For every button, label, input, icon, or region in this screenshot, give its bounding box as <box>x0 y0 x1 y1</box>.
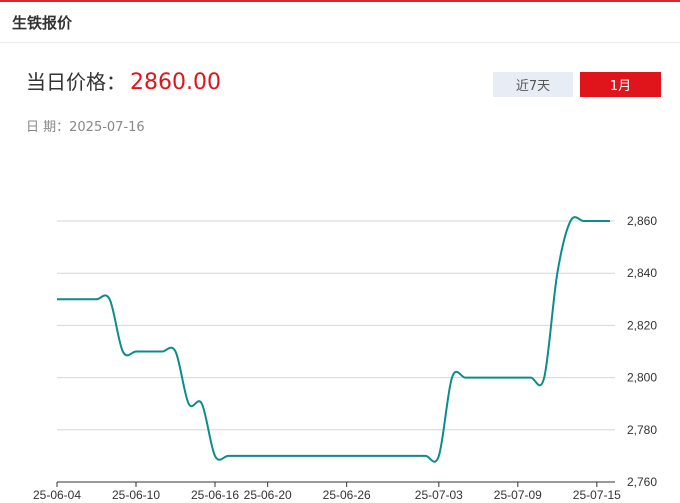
x-tick-label: 25-07-09 <box>494 488 542 502</box>
y-tick-label: 2,860 <box>627 214 657 228</box>
y-tick-label: 2,840 <box>627 266 657 280</box>
x-tick-label: 25-06-26 <box>323 488 371 502</box>
y-tick-label: 2,820 <box>627 318 657 332</box>
y-tick-label: 2,760 <box>627 475 657 489</box>
price-series-line <box>56 216 610 463</box>
y-tick-label: 2,800 <box>627 371 657 385</box>
x-tick-label: 25-07-03 <box>415 488 463 502</box>
x-tick-label: 25-06-04 <box>33 488 81 502</box>
x-tick-label: 25-06-16 <box>191 488 239 502</box>
x-tick-label: 25-07-15 <box>573 488 621 502</box>
y-tick-label: 2,780 <box>627 423 657 437</box>
x-tick-label: 25-06-20 <box>244 488 292 502</box>
x-tick-label: 25-06-10 <box>112 488 160 502</box>
price-line-chart: 2,760 2,780 2,800 2,820 2,840 2,860 25-06-04 25… <box>33 214 657 502</box>
